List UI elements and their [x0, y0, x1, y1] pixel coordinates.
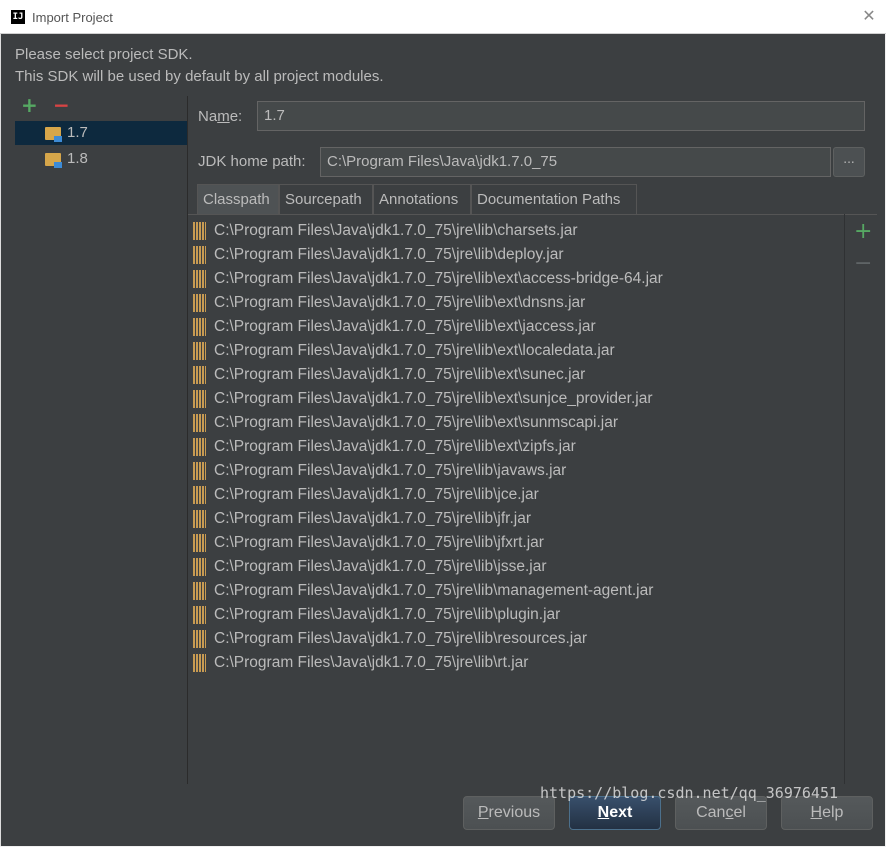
list-item[interactable]: C:\Program Files\Java\jdk1.7.0_75\jre\li…: [188, 411, 838, 435]
jar-icon: [193, 318, 206, 336]
list-item[interactable]: C:\Program Files\Java\jdk1.7.0_75\jre\li…: [188, 603, 838, 627]
add-path-icon[interactable]: +: [854, 221, 872, 243]
intro-text: Please select project SDK. This SDK will…: [15, 44, 384, 88]
jar-icon: [193, 438, 206, 456]
jar-icon: [193, 342, 206, 360]
name-label: Name:: [198, 108, 243, 125]
close-icon[interactable]: ✕: [860, 7, 878, 25]
watermark: https://blog.csdn.net/qq_36976451: [540, 784, 839, 802]
jar-icon: [193, 582, 206, 600]
sdk-list: 1.7 1.8: [15, 121, 187, 781]
remove-path-icon[interactable]: −: [854, 253, 872, 275]
tab-classpath[interactable]: Classpath: [197, 184, 279, 214]
classpath-list: C:\Program Files\Java\jdk1.7.0_75\jre\li…: [188, 214, 877, 784]
list-item[interactable]: C:\Program Files\Java\jdk1.7.0_75\jre\li…: [188, 579, 838, 603]
jar-icon: [193, 222, 206, 240]
title-bar: IJ Import Project ✕: [0, 0, 886, 34]
list-item[interactable]: C:\Program Files\Java\jdk1.7.0_75\jre\li…: [188, 243, 838, 267]
jar-icon: [193, 630, 206, 648]
sdk-item-label: 1.8: [67, 150, 88, 167]
list-item[interactable]: C:\Program Files\Java\jdk1.7.0_75\jre\li…: [188, 483, 838, 507]
tab-documentation-paths[interactable]: Documentation Paths: [471, 184, 637, 214]
list-item[interactable]: C:\Program Files\Java\jdk1.7.0_75\jre\li…: [188, 363, 838, 387]
list-item[interactable]: C:\Program Files\Java\jdk1.7.0_75\jre\li…: [188, 387, 838, 411]
add-sdk-icon[interactable]: +: [21, 95, 39, 115]
classpath-toolbar: + −: [844, 214, 877, 784]
jdk-home-path-label: JDK home path:: [198, 153, 306, 170]
list-item[interactable]: C:\Program Files\Java\jdk1.7.0_75\jre\li…: [188, 339, 838, 363]
intro-line-1: Please select project SDK.: [15, 46, 193, 63]
jar-icon: [193, 462, 206, 480]
window-title: Import Project: [32, 10, 113, 25]
list-item[interactable]: C:\Program Files\Java\jdk1.7.0_75\jre\li…: [188, 627, 838, 651]
sdk-item-1-8[interactable]: 1.8: [15, 147, 187, 171]
sdk-item-1-7[interactable]: 1.7: [15, 121, 187, 145]
jar-icon: [193, 654, 206, 672]
tab-annotations[interactable]: Annotations: [373, 184, 471, 214]
list-item[interactable]: C:\Program Files\Java\jdk1.7.0_75\jre\li…: [188, 507, 838, 531]
jar-icon: [193, 294, 206, 312]
list-item[interactable]: C:\Program Files\Java\jdk1.7.0_75\jre\li…: [188, 315, 838, 339]
list-item[interactable]: C:\Program Files\Java\jdk1.7.0_75\jre\li…: [188, 267, 838, 291]
jar-icon: [193, 390, 206, 408]
list-item[interactable]: C:\Program Files\Java\jdk1.7.0_75\jre\li…: [188, 219, 838, 243]
list-item[interactable]: C:\Program Files\Java\jdk1.7.0_75\jre\li…: [188, 651, 838, 675]
sdk-item-label: 1.7: [67, 124, 88, 141]
jdk-folder-icon: [45, 153, 62, 168]
list-item[interactable]: C:\Program Files\Java\jdk1.7.0_75\jre\li…: [188, 531, 838, 555]
jar-icon: [193, 486, 206, 504]
list-item[interactable]: C:\Program Files\Java\jdk1.7.0_75\jre\li…: [188, 555, 838, 579]
list-item[interactable]: C:\Program Files\Java\jdk1.7.0_75\jre\li…: [188, 435, 838, 459]
jar-icon: [193, 510, 206, 528]
intro-line-2: This SDK will be used by default by all …: [15, 68, 384, 85]
remove-sdk-icon[interactable]: −: [53, 95, 71, 115]
list-item[interactable]: C:\Program Files\Java\jdk1.7.0_75\jre\li…: [188, 459, 838, 483]
jdk-home-path-field[interactable]: C:\Program Files\Java\jdk1.7.0_75: [320, 147, 831, 177]
jar-icon: [193, 246, 206, 264]
jar-icon: [193, 270, 206, 288]
jar-icon: [193, 534, 206, 552]
tab-sourcepath[interactable]: Sourcepath: [279, 184, 373, 214]
jar-icon: [193, 366, 206, 384]
browse-button[interactable]: ...: [833, 147, 865, 177]
jdk-folder-icon: [45, 127, 62, 142]
jar-icon: [193, 558, 206, 576]
sdk-name-field[interactable]: 1.7: [257, 101, 865, 131]
jar-icon: [193, 606, 206, 624]
jar-icon: [193, 414, 206, 432]
list-item[interactable]: C:\Program Files\Java\jdk1.7.0_75\jre\li…: [188, 291, 838, 315]
intellij-icon: IJ: [11, 10, 25, 24]
import-project-dialog: Please select project SDK. This SDK will…: [1, 34, 885, 846]
